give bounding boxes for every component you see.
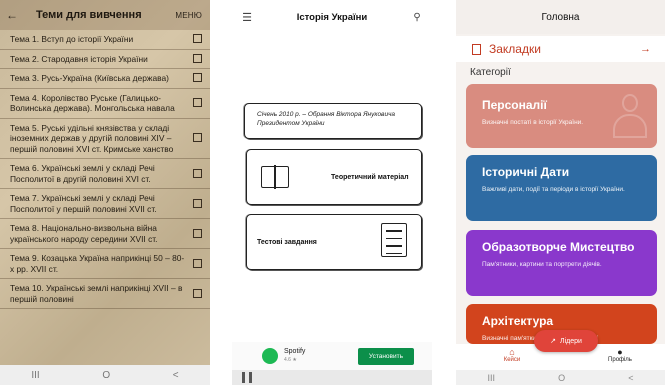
portrait-icon: [611, 92, 649, 140]
topic-item[interactable]: Тема 2. Стародавня історія України: [0, 50, 210, 69]
book-icon: [261, 165, 289, 189]
system-nav-bar: III O <: [0, 365, 210, 385]
tab-cases[interactable]: ⌂ Кейси: [492, 347, 532, 363]
topic-label: Тема 3. Русь-Україна (Київська держава): [10, 73, 169, 83]
topic-item[interactable]: Тема 10. Українські землі наприкінці XVI…: [0, 279, 210, 309]
ad-banner[interactable]: Spotify 4.6 ★ Установить: [232, 342, 432, 370]
system-nav-bar: III O <: [456, 370, 665, 385]
topic-item[interactable]: Тема 5. Руські удільні князівства у скла…: [0, 119, 210, 159]
theory-material-button[interactable]: Теоретичний матеріал: [246, 149, 422, 205]
home-screen: Головна Закладки → Категорії Персоналії …: [456, 0, 665, 385]
home-icon: ⌂: [509, 347, 515, 357]
topic-label: Тема 7. Українські землі у складі Речі П…: [10, 193, 157, 214]
recents-icon[interactable]: III: [488, 373, 496, 383]
ad-rating: 4.6 ★: [284, 357, 297, 363]
category-title: Архітектура: [482, 314, 554, 328]
checklist-icon: [381, 223, 407, 257]
ad-app-name: Spotify: [284, 348, 306, 355]
category-historical-dates[interactable]: Історичні Дати Важливі дати, події та пе…: [466, 155, 657, 221]
home-icon[interactable]: O: [102, 370, 110, 381]
tab-profile[interactable]: ● Профіль: [600, 347, 640, 363]
categories-heading: Категорії: [470, 67, 511, 78]
quote-text: Січень 2010 р. – Обрання Віктора Янукови…: [257, 111, 396, 127]
category-desc: Пам'ятники, картини та портрети діячів.: [482, 261, 602, 268]
hamburger-menu-icon[interactable]: ☰: [232, 11, 262, 24]
history-screen: ☰ Історія України ⚲ Січень 2010 р. – Обр…: [232, 0, 432, 385]
topic-item[interactable]: Тема 9. Козацька Україна наприкінці 50 –…: [0, 249, 210, 279]
home-icon[interactable]: O: [558, 373, 565, 383]
history-header: ☰ Історія України ⚲: [232, 0, 432, 34]
checkbox-icon[interactable]: [193, 168, 202, 178]
topic-label: Тема 8. Національно-визвольна війна укра…: [10, 223, 158, 244]
bookmarks-row[interactable]: Закладки →: [456, 36, 665, 62]
tests-label: Тестові завдання: [257, 238, 317, 246]
menu-button[interactable]: МЕНЮ: [175, 11, 210, 20]
checkbox-icon[interactable]: [193, 198, 202, 208]
topics-list: Тема 1. Вступ до історії України Тема 2.…: [0, 30, 210, 309]
recents-icon[interactable]: III: [31, 370, 39, 381]
topic-label: Тема 2. Стародавня історія України: [10, 53, 148, 64]
theory-label: Теоретичний матеріал: [331, 173, 409, 181]
trend-icon: ↗: [550, 338, 556, 345]
topic-item[interactable]: Тема 3. Русь-Україна (Київська держава): [0, 69, 210, 89]
ad-text: Spotify 4.6 ★: [284, 348, 305, 364]
bookmark-icon: [472, 43, 481, 55]
leaders-button[interactable]: ↗ Лідери: [534, 330, 598, 352]
profile-icon: ●: [617, 347, 623, 357]
spotify-logo-icon: [262, 348, 278, 364]
topic-label: Тема 9. Козацька Україна наприкінці 50 –…: [10, 253, 185, 274]
user-icon[interactable]: ⚲: [402, 12, 432, 23]
topic-item[interactable]: Тема 7. Українські землі у складі Речі П…: [0, 189, 210, 219]
history-quote-card: Січень 2010 р. – Обрання Віктора Янукови…: [244, 103, 422, 139]
topic-item[interactable]: Тема 8. Національно-визвольна війна укра…: [0, 219, 210, 249]
topic-item[interactable]: Тема 6. Українські землі у складі Речі П…: [0, 159, 210, 189]
pause-icon[interactable]: [242, 372, 252, 383]
back-icon[interactable]: <: [628, 373, 633, 383]
topic-label: Тема 6. Українські землі у складі Речі П…: [10, 163, 155, 184]
category-desc: Визначні постаті в історії України.: [482, 119, 584, 126]
tab-profile-label: Профіль: [608, 357, 632, 363]
category-desc: Важливі дати, події та періоди в історії…: [482, 186, 625, 193]
topic-item[interactable]: Тема 4. Королівство Руське (Галицько-Вол…: [0, 89, 210, 119]
bookmarks-label: Закладки: [489, 42, 541, 56]
checkbox-icon[interactable]: [193, 258, 202, 268]
checkbox-icon[interactable]: [193, 53, 202, 63]
back-arrow-icon[interactable]: ←: [0, 8, 24, 22]
install-button[interactable]: Установить: [357, 347, 414, 365]
topics-header: ← Теми для вивчення МЕНЮ: [0, 0, 210, 30]
topic-item[interactable]: Тема 1. Вступ до історії України: [0, 30, 210, 50]
category-title: Історичні Дати: [482, 165, 570, 179]
topic-label: Тема 4. Королівство Руське (Галицько-Вол…: [10, 92, 175, 114]
checkbox-icon[interactable]: [193, 133, 202, 143]
test-tasks-button[interactable]: Тестові завдання: [246, 214, 422, 270]
checkbox-icon[interactable]: [193, 228, 202, 238]
history-title: Історія України: [296, 11, 368, 23]
topics-screen: ← Теми для вивчення МЕНЮ Тема 1. Вступ д…: [0, 0, 210, 385]
home-header: Головна: [456, 0, 665, 34]
leaders-label: Лідери: [559, 337, 582, 345]
checkbox-icon[interactable]: [193, 288, 202, 298]
topic-label: Тема 1. Вступ до історії України: [10, 34, 134, 44]
category-title: Образотворче Мистецтво: [482, 240, 635, 254]
media-bar: [232, 370, 432, 385]
screenshot-collage: ← Теми для вивчення МЕНЮ Тема 1. Вступ д…: [0, 0, 665, 385]
topic-label: Тема 10. Українські землі наприкінці XVI…: [10, 283, 183, 304]
category-fine-art[interactable]: Образотворче Мистецтво Пам'ятники, карти…: [466, 230, 657, 296]
home-title: Головна: [541, 11, 580, 23]
topics-title: Теми для вивчення: [36, 9, 142, 21]
tab-cases-label: Кейси: [503, 357, 521, 363]
checkbox-icon[interactable]: [193, 73, 202, 83]
topic-label: Тема 5. Руські удільні князівства у скла…: [10, 122, 174, 154]
category-personalities[interactable]: Персоналії Визначні постаті в історії Ук…: [466, 84, 657, 148]
checkbox-icon[interactable]: [193, 34, 202, 44]
checkbox-icon[interactable]: [193, 98, 202, 107]
back-icon[interactable]: <: [173, 370, 179, 381]
arrow-right-icon: →: [640, 43, 651, 55]
